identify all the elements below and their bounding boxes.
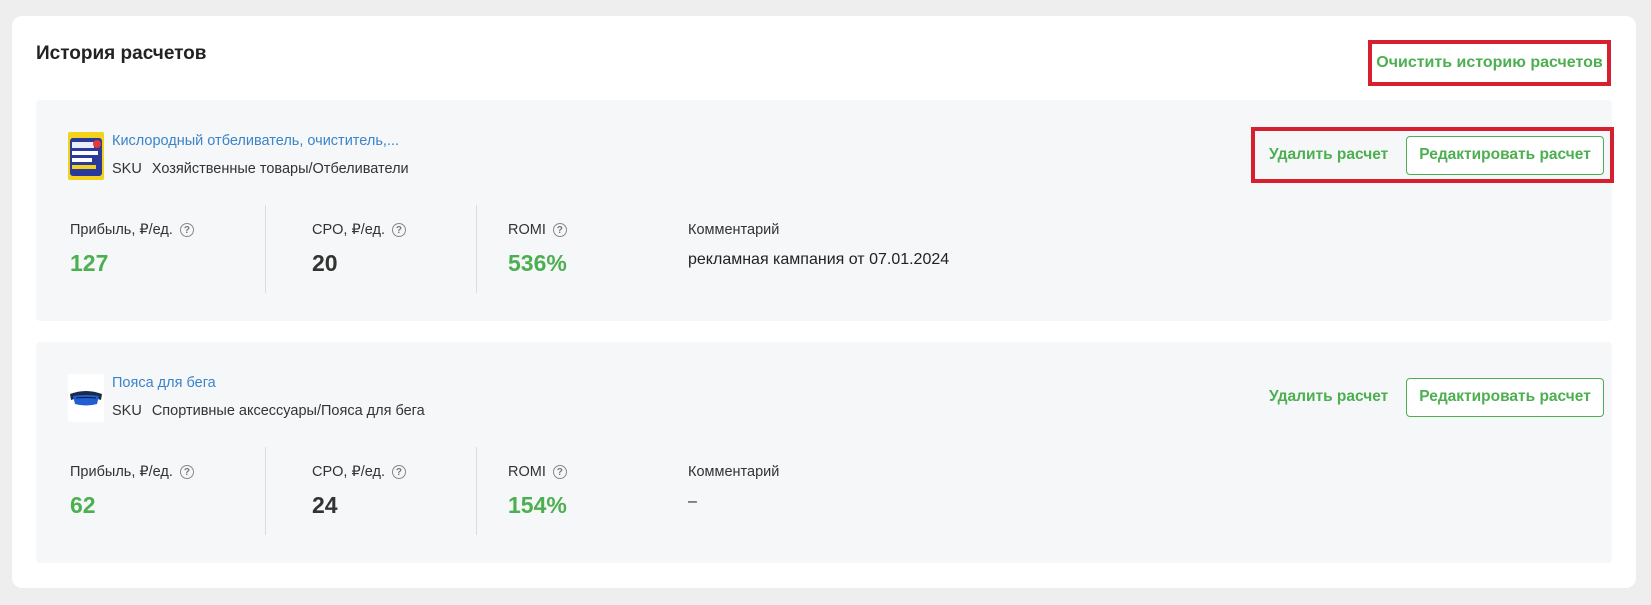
cpo-label: CPO, ₽/ед. (312, 464, 385, 480)
delete-calculation-button[interactable]: Удалить расчет (1269, 146, 1388, 164)
romi-value: 154% (508, 492, 567, 518)
help-icon[interactable]: ? (179, 465, 194, 479)
romi-label: ROMI (508, 222, 546, 238)
divider (476, 205, 477, 293)
cpo-value: 20 (312, 250, 338, 276)
product-category: Спортивные аксессуары/Пояса для бега (151, 403, 425, 419)
sku-line: SKU Хозяйственные товары/Отбеливатели (112, 161, 409, 177)
sku-line: SKU Спортивные аксессуары/Пояса для бега (112, 403, 425, 419)
sku-label: SKU (112, 403, 142, 419)
clear-history-button[interactable]: Очистить историю расчетов (1376, 54, 1602, 72)
divider (265, 205, 266, 293)
card-actions-highlight: Удалить расчет Редактировать расчет (1251, 127, 1614, 183)
product-name-link[interactable]: Кислородный отбеливатель, очиститель,... (112, 133, 399, 149)
profit-label: Прибыль, ₽/ед. (70, 222, 173, 238)
cpo-value: 24 (312, 492, 338, 518)
page-title: История расчетов (36, 43, 207, 64)
cpo-label: CPO, ₽/ед. (312, 222, 385, 238)
help-icon[interactable]: ? (552, 465, 567, 479)
profit-value: 62 (70, 492, 96, 518)
edit-calculation-button[interactable]: Редактировать расчет (1406, 377, 1604, 417)
product-category: Хозяйственные товары/Отбеливатели (151, 161, 409, 177)
calculation-card: Пояса для бега SKU Спортивные аксессуары/… (36, 342, 1612, 563)
comment-label: Комментарий (688, 222, 780, 238)
help-icon[interactable]: ? (179, 223, 194, 237)
product-name-link[interactable]: Пояса для бега (112, 375, 216, 391)
comment-value: – (688, 493, 697, 510)
calculation-card: Кислородный отбеливатель, очиститель,...… (36, 100, 1614, 321)
profit-label: Прибыль, ₽/ед. (70, 464, 173, 480)
divider (476, 447, 477, 535)
romi-value: 536% (508, 250, 567, 276)
help-icon[interactable]: ? (552, 223, 567, 237)
comment-value: рекламная кампания от 07.01.2024 (688, 251, 950, 268)
edit-calculation-button[interactable]: Редактировать расчет (1406, 135, 1604, 175)
delete-calculation-button[interactable]: Удалить расчет (1269, 388, 1388, 406)
romi-label: ROMI (508, 464, 546, 480)
sku-label: SKU (112, 161, 142, 177)
help-icon[interactable]: ? (391, 465, 406, 479)
help-icon[interactable]: ? (391, 223, 406, 237)
calculation-history-panel: История расчетов Очистить историю расчет… (12, 16, 1636, 588)
profit-value: 127 (70, 250, 109, 276)
divider (265, 447, 266, 535)
metrics-row: Прибыль, ₽/ед.? 62 CPO, ₽/ед.? 24 ROMI? … (36, 447, 1036, 535)
card-actions: Удалить расчет Редактировать расчет (1251, 369, 1614, 425)
product-image[interactable] (68, 132, 104, 180)
product-image[interactable] (68, 374, 104, 422)
comment-label: Комментарий (688, 464, 780, 480)
clear-history-highlight: Очистить историю расчетов (1368, 40, 1611, 86)
metrics-row: Прибыль, ₽/ед.? 127 CPO, ₽/ед.? 20 ROMI?… (36, 205, 1036, 293)
